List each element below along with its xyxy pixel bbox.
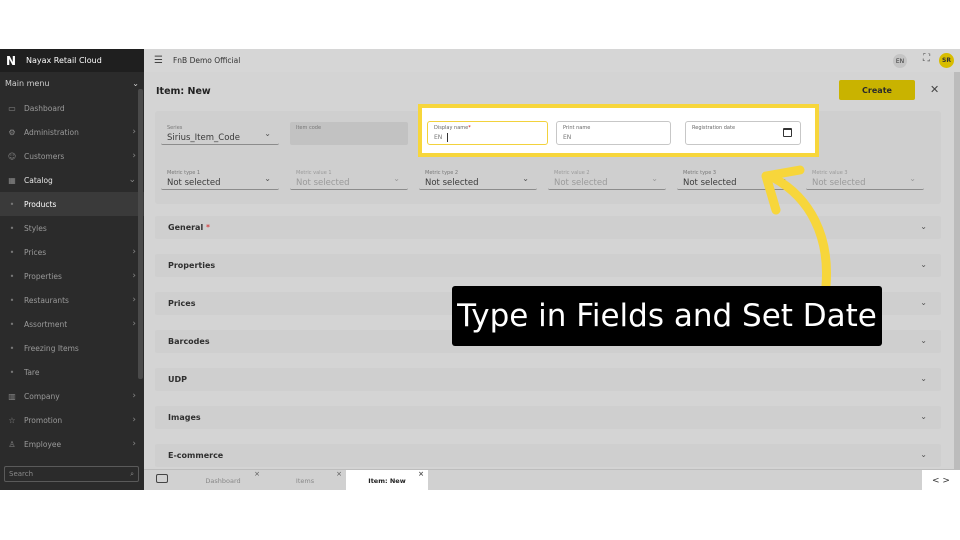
annotation-arrow (761, 165, 832, 291)
annotation-banner: Type in Fields and Set Date (452, 286, 882, 346)
